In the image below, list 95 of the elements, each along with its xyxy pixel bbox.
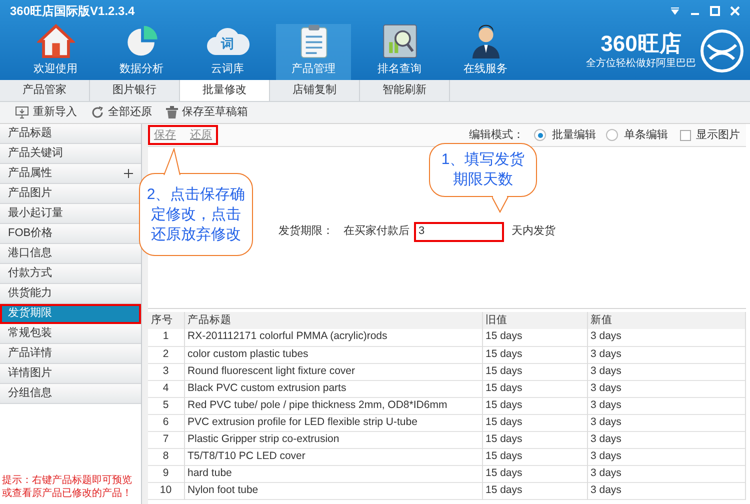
table-cell: 1 — [148, 329, 184, 346]
tab[interactable]: 产品管家 — [0, 80, 90, 101]
table-cell: 5 — [148, 397, 184, 414]
sidebar-item[interactable]: 产品关键词 — [0, 144, 141, 164]
sidebar-item[interactable]: 产品标题 — [0, 124, 141, 144]
edit-mode-label: 编辑模式： — [469, 128, 524, 143]
table-cell: 15 days — [482, 465, 587, 482]
table-cell: 3 days — [587, 397, 746, 414]
table-cell: 15 days — [482, 363, 587, 380]
table-cell: 7 — [148, 431, 184, 448]
table-cell: Round fluorescent light fixture cover — [184, 363, 482, 380]
sidebar-item[interactable]: 产品属性 — [0, 164, 141, 184]
table-cell: 15 days — [482, 380, 587, 397]
table-cell: 3 — [148, 363, 184, 380]
nav-button[interactable]: 欢迎使用 — [18, 24, 93, 80]
table-cell: 3 days — [587, 329, 746, 346]
tab[interactable]: 店铺复制 — [270, 80, 360, 101]
toolbar-button[interactable]: 保存至草稿箱 — [166, 104, 248, 121]
table-cell: color custom plastic tubes — [184, 346, 482, 363]
trash-icon — [166, 106, 178, 119]
table-cell: 4 — [148, 380, 184, 397]
table-cell: 8 — [148, 448, 184, 465]
suffix-text: 天内发货 — [512, 224, 556, 240]
table-cell: 15 days — [482, 397, 587, 414]
checkbox[interactable] — [680, 130, 691, 140]
window-title: 360旺店国际版V1.2.3.4 — [10, 3, 135, 20]
sidebar-item[interactable]: FOB价格 — [0, 224, 141, 244]
column-header: 序号 — [148, 312, 184, 329]
table-cell: 3 days — [587, 363, 746, 380]
sidebar-item[interactable]: 详情图片 — [0, 364, 141, 384]
table-cell: 15 days — [482, 482, 587, 499]
nav-button[interactable]: 在线服务 — [448, 24, 523, 80]
table-cell: 3 days — [587, 380, 746, 397]
toolbar-button[interactable]: 重新导入 — [15, 104, 77, 121]
column-header: 产品标题 — [184, 312, 482, 329]
table-cell: 10 — [148, 482, 184, 499]
table-cell: PVC extrusion profile for LED flexible strip U-tube — [184, 414, 482, 431]
nav-button[interactable]: 排名查询 — [362, 24, 437, 80]
prefix-text: 在买家付款后 — [344, 224, 410, 240]
sidebar-item[interactable]: 最小起订量 — [0, 204, 141, 224]
sidebar-item[interactable]: 产品详情 — [0, 344, 141, 364]
table-cell: 3 days — [587, 482, 746, 499]
table-cell: Red PVC tube/ pole / pipe thickness 2mm, OD8*ID6mm — [184, 397, 482, 414]
table-cell: 9 — [148, 465, 184, 482]
table-cell: 2 — [148, 346, 184, 363]
table-cell: 3 days — [587, 346, 746, 363]
table-cell: 15 days — [482, 414, 587, 431]
table-cell: T5/T8/T10 PC LED cover — [184, 448, 482, 465]
callout-tail — [492, 196, 510, 214]
table-cell: 3 days — [587, 465, 746, 482]
nav-button[interactable]: 数据分析 — [104, 24, 179, 80]
radio-button[interactable] — [606, 129, 618, 141]
table-cell: 3 days — [587, 431, 746, 448]
toolbar-button[interactable]: 全部还原 — [91, 104, 152, 121]
table-cell: Black PVC custom extrusion parts — [184, 380, 482, 397]
checkbox-label: 显示图片 — [696, 128, 740, 143]
table-cell: 6 — [148, 414, 184, 431]
tab[interactable]: 批量修改 — [180, 80, 270, 101]
sidebar-item[interactable]: 常规包装 — [0, 324, 141, 344]
refresh-icon — [91, 106, 104, 119]
radio-label: 批量编辑 — [552, 128, 596, 143]
table-cell: 3 days — [587, 414, 746, 431]
sidebar-item[interactable]: 发货期限 — [0, 304, 141, 324]
table-cell: Plastic Gripper strip co-extrusion — [184, 431, 482, 448]
table-cell: 15 days — [482, 329, 587, 346]
column-header: 旧值 — [482, 312, 587, 329]
sidebar-item[interactable]: 港口信息 — [0, 244, 141, 264]
globe-logo-icon — [700, 29, 744, 73]
column-header: 新值 — [587, 312, 746, 329]
maximize-icon[interactable] — [710, 6, 720, 16]
tab[interactable]: 智能刷新 — [360, 80, 450, 101]
table-cell: 15 days — [482, 448, 587, 465]
table-cell: 3 days — [587, 448, 746, 465]
monitor-icon — [15, 106, 29, 119]
sidebar-item[interactable]: 供货能力 — [0, 284, 141, 304]
house-icon — [36, 24, 74, 58]
hint-text: 提示：右键产品标题即可预览或查看原产品已修改的产品！ — [1, 474, 133, 501]
dropdown-icon[interactable] — [670, 6, 680, 16]
table-cell: Nylon foot tube — [184, 482, 482, 499]
table-cell: hard tube — [184, 465, 482, 482]
form-label: 发货期限： — [278, 224, 334, 240]
table-cell: RX-201112171 colorful PMMA (acrylic)rods — [184, 329, 482, 346]
sidebar-item[interactable]: 产品图片 — [0, 184, 141, 204]
magnifier-chart-icon — [380, 24, 418, 58]
sidebar-item[interactable]: 分组信息 — [0, 384, 141, 404]
logo-name: 360旺店 — [600, 32, 682, 56]
logo-slogan: 全方位轻松做好阿里巴巴 — [586, 56, 696, 70]
days-input[interactable]: 3 — [414, 222, 504, 242]
nav-button[interactable]: 词 云词库 — [190, 24, 265, 80]
close-icon[interactable] — [730, 6, 740, 16]
table-cell: 15 days — [482, 346, 587, 363]
radio-button[interactable] — [534, 129, 546, 141]
radio-label: 单条编辑 — [624, 128, 668, 143]
table-cell: 15 days — [482, 431, 587, 448]
sidebar-item[interactable]: 付款方式 — [0, 264, 141, 284]
